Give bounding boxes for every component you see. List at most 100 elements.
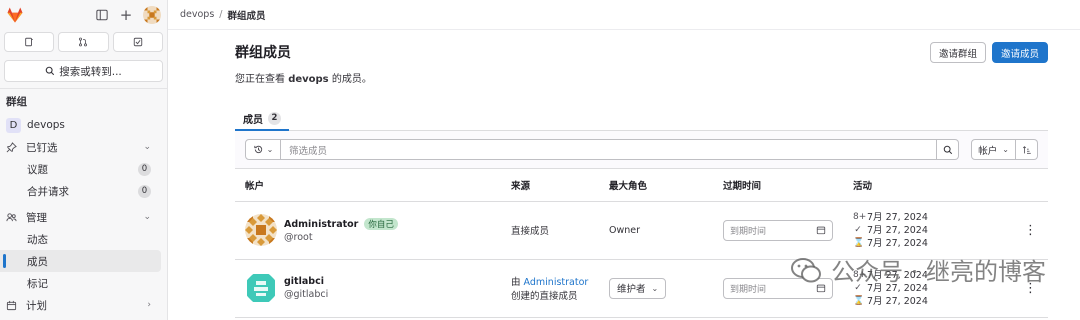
members-count-badge: 2 bbox=[268, 111, 281, 125]
activity-last-activity: ⌛ 7月 27, 2024 bbox=[853, 237, 1003, 250]
member-handle: @gitlabci bbox=[284, 289, 329, 300]
sidebar-item-merge-requests[interactable]: 合并请求 0 bbox=[0, 180, 161, 202]
main-content: devops / 群组成员 群组成员 您正在查看 devops 的成员。 邀请群… bbox=[168, 0, 1080, 320]
user-add-icon: 8+ bbox=[853, 269, 867, 280]
activity-access-granted: ✓ 7月 27, 2024 bbox=[853, 282, 1003, 295]
issues-icon bbox=[25, 37, 33, 47]
sidebar-item-label: 已钉选 bbox=[26, 141, 58, 154]
role-label: 维护者 bbox=[617, 284, 646, 295]
sidebar-item-members[interactable]: 成员 bbox=[0, 250, 161, 272]
more-actions-icon[interactable]: ⋮ bbox=[1003, 259, 1048, 318]
history-icon bbox=[253, 145, 262, 154]
search-button[interactable]: 搜索或转到... bbox=[4, 60, 163, 82]
source-suffix: 创建的直接成员 bbox=[511, 291, 578, 302]
breadcrumb-parent[interactable]: devops bbox=[180, 9, 214, 20]
invite-members-button[interactable]: 邀请成员 bbox=[991, 42, 1048, 63]
sidebar-item-label: 动态 bbox=[27, 233, 48, 246]
sort-direction-button[interactable] bbox=[1016, 139, 1038, 160]
activity-access-granted: ✓ 7月 27, 2024 bbox=[853, 224, 1003, 237]
member-name[interactable]: Administrator bbox=[284, 219, 358, 230]
user-avatar[interactable] bbox=[143, 6, 161, 24]
expiration-date-input[interactable]: 到期时间 bbox=[723, 277, 833, 299]
activity-date: 7月 27, 2024 bbox=[867, 282, 928, 294]
sidebar-item-plan[interactable]: 计划 › bbox=[0, 294, 161, 316]
subtitle-group: devops bbox=[288, 74, 329, 85]
todos-button[interactable] bbox=[112, 32, 163, 52]
recent-searches-button[interactable]: ⌄ bbox=[245, 139, 281, 160]
header-source: 来源 bbox=[501, 169, 599, 202]
source-prefix: 由 bbox=[511, 277, 521, 288]
merge-requests-button[interactable] bbox=[58, 32, 109, 52]
sidebar: + 搜索或转到... 群组 D devops 已钉选 ⌄ 议题 0 合并请求 0… bbox=[0, 0, 168, 320]
search-icon bbox=[943, 145, 952, 154]
merge-requests-count-badge: 0 bbox=[138, 184, 151, 198]
member-name[interactable]: gitlabci bbox=[284, 276, 324, 287]
calendar-icon bbox=[816, 284, 826, 293]
sidebar-item-label: 管理 bbox=[26, 211, 47, 224]
sidebar-item-pinned[interactable]: 已钉选 ⌄ bbox=[0, 136, 161, 158]
member-handle: @root bbox=[284, 231, 313, 243]
search-label: 搜索或转到... bbox=[59, 65, 122, 78]
sidebar-item-manage[interactable]: 管理 ⌄ bbox=[0, 206, 161, 228]
subtitle-prefix: 您正在查看 bbox=[235, 74, 285, 85]
invite-group-button[interactable]: 邀请群组 bbox=[929, 42, 986, 63]
chevron-down-icon: ⌄ bbox=[143, 142, 151, 152]
merge-request-icon bbox=[79, 37, 88, 47]
sidebar-toggle-icon[interactable] bbox=[95, 8, 109, 22]
avatar[interactable] bbox=[245, 214, 277, 246]
tabs: 成员 2 bbox=[235, 107, 1048, 131]
header-activity: 活动 bbox=[843, 169, 1003, 202]
activity-date: 7月 27, 2024 bbox=[867, 295, 928, 307]
sidebar-item-issues[interactable]: 议题 0 bbox=[0, 158, 161, 180]
breadcrumb-current[interactable]: 群组成员 bbox=[228, 8, 266, 22]
group-avatar: D bbox=[6, 117, 21, 133]
filter-bar: ⌄ 筛选成员 帐户 ⌄ bbox=[235, 131, 1048, 169]
sidebar-item-label: 计划 bbox=[26, 299, 47, 312]
header-account: 帐户 bbox=[235, 169, 501, 202]
sidebar-item-group[interactable]: D devops bbox=[0, 114, 161, 136]
members-table: 帐户 来源 最大角色 过期时间 活动 Administrator 你自己 @ro… bbox=[235, 169, 1048, 318]
issues-count-badge: 0 bbox=[138, 162, 151, 176]
page-title: 群组成员 bbox=[235, 45, 291, 61]
avatar[interactable] bbox=[245, 272, 277, 304]
sort-label: 帐户 bbox=[978, 145, 998, 157]
group-name: devops bbox=[27, 119, 65, 131]
sort-select[interactable]: 帐户 ⌄ bbox=[971, 139, 1016, 160]
users-icon bbox=[6, 212, 20, 223]
activity-date: 7月 27, 2024 bbox=[867, 211, 928, 223]
activity-date: 7月 27, 2024 bbox=[867, 224, 928, 236]
hourglass-icon: ⌛ bbox=[853, 237, 865, 248]
check-icon: ✓ bbox=[854, 224, 862, 235]
gitlab-logo-icon[interactable] bbox=[6, 6, 24, 24]
you-badge: 你自己 bbox=[364, 217, 398, 230]
activity-last-activity: ⌛ 7月 27, 2024 bbox=[853, 295, 1003, 308]
chevron-down-icon: ⌄ bbox=[143, 212, 151, 222]
header-expiration: 过期时间 bbox=[713, 169, 843, 202]
expiration-placeholder: 到期时间 bbox=[730, 284, 767, 295]
header-actions bbox=[1003, 169, 1048, 202]
breadcrumb: devops / 群组成员 bbox=[168, 0, 1080, 30]
issues-button[interactable] bbox=[4, 32, 55, 52]
source-creator-link[interactable]: Administrator bbox=[524, 277, 589, 288]
sidebar-section-title: 群组 bbox=[6, 96, 27, 108]
member-role: Owner bbox=[599, 201, 713, 260]
pin-icon bbox=[6, 141, 20, 153]
header-max-role: 最大角色 bbox=[599, 169, 713, 202]
sidebar-item-activity[interactable]: 动态 bbox=[0, 228, 161, 250]
search-icon bbox=[45, 66, 55, 76]
member-source: 直接成员 bbox=[501, 201, 599, 260]
table-row: Administrator 你自己 @root 直接成员 Owner 到期时间 … bbox=[235, 201, 1048, 260]
filter-search-button[interactable] bbox=[937, 139, 960, 160]
calendar-icon bbox=[6, 300, 20, 311]
role-select[interactable]: 维护者 ⌄ bbox=[609, 277, 667, 299]
plus-icon[interactable]: + bbox=[119, 6, 133, 24]
expiration-date-input[interactable]: 到期时间 bbox=[723, 219, 833, 241]
tab-members[interactable]: 成员 2 bbox=[235, 107, 289, 131]
sidebar-item-labels[interactable]: 标记 bbox=[0, 272, 161, 294]
more-actions-icon[interactable]: ⋮ bbox=[1003, 201, 1048, 260]
sidebar-item-label: 议题 bbox=[27, 163, 48, 176]
activity-date: 7月 27, 2024 bbox=[867, 237, 928, 249]
tab-label: 成员 bbox=[243, 114, 263, 126]
breadcrumb-separator: / bbox=[219, 9, 223, 20]
filter-members-input[interactable]: 筛选成员 bbox=[281, 139, 938, 160]
